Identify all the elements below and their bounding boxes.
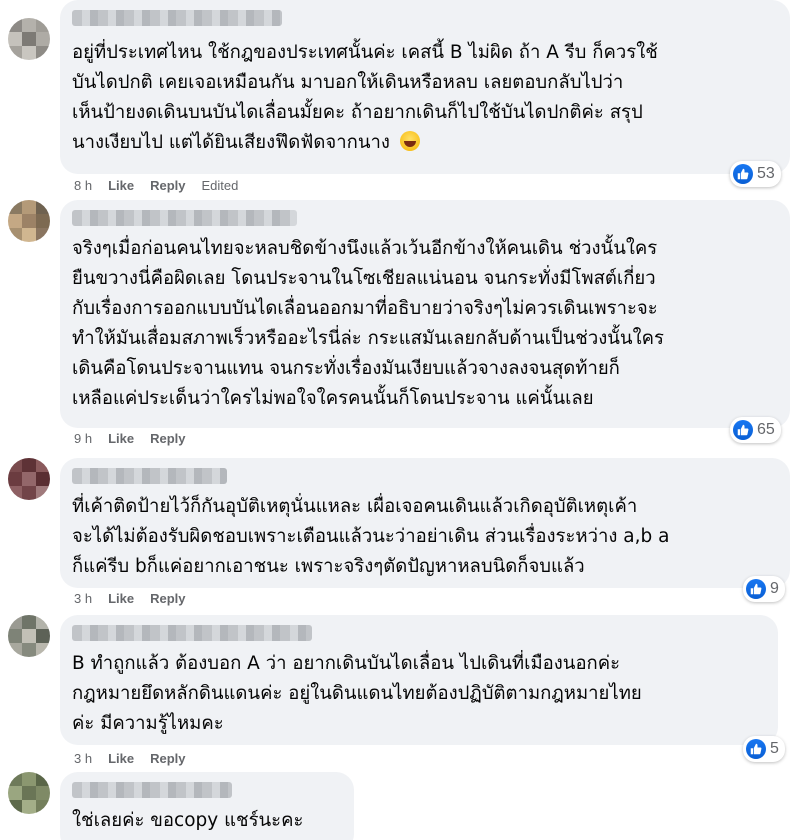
avatar[interactable] bbox=[8, 615, 50, 657]
author-name-blurred[interactable] bbox=[72, 625, 312, 641]
like-button[interactable]: Like bbox=[108, 178, 134, 193]
timestamp[interactable]: 8 h bbox=[74, 178, 92, 193]
like-reaction-icon bbox=[733, 420, 753, 440]
edited-label: Edited bbox=[201, 178, 239, 193]
reaction-count[interactable]: 53 bbox=[730, 161, 781, 187]
comment-text: ที่เค้าติดป้ายไว้ก็กันอุบัติเหตุนั่นแหละ… bbox=[72, 496, 670, 577]
like-reaction-icon bbox=[746, 739, 766, 759]
comment-actions: 3 h Like Reply bbox=[74, 591, 186, 606]
like-reaction-icon bbox=[746, 579, 766, 599]
comment-bubble: ใช่เลยค่ะ ขอcopy แชร์นะคะ bbox=[60, 772, 354, 840]
comment-actions: 9 h Like Reply bbox=[74, 431, 186, 446]
author-name-blurred[interactable] bbox=[72, 210, 297, 226]
like-button[interactable]: Like bbox=[108, 591, 134, 606]
like-button[interactable]: Like bbox=[108, 751, 134, 766]
comment-thread: อยู่ที่ประเทศไหน ใช้กฎของประเทศนั้นค่ะ เ… bbox=[0, 0, 793, 840]
avatar[interactable] bbox=[8, 18, 50, 60]
author-name-blurred[interactable] bbox=[72, 468, 227, 484]
reply-button[interactable]: Reply bbox=[150, 431, 185, 446]
reaction-count[interactable]: 9 bbox=[743, 576, 785, 602]
comment-bubble: จริงๆเมื่อก่อนคนไทยจะหลบชิดข้างนึงแล้วเว… bbox=[60, 200, 790, 428]
timestamp[interactable]: 3 h bbox=[74, 591, 92, 606]
reply-button[interactable]: Reply bbox=[150, 178, 185, 193]
avatar[interactable] bbox=[8, 458, 50, 500]
avatar[interactable] bbox=[8, 200, 50, 242]
avatar[interactable] bbox=[8, 772, 50, 814]
reaction-count-value: 53 bbox=[757, 165, 775, 182]
author-name-blurred[interactable] bbox=[72, 782, 232, 798]
reply-button[interactable]: Reply bbox=[150, 591, 185, 606]
comment-text: ใช่เลยค่ะ ขอcopy แชร์นะคะ bbox=[72, 810, 304, 831]
comment-bubble: ที่เค้าติดป้ายไว้ก็กันอุบัติเหตุนั่นแหละ… bbox=[60, 458, 790, 588]
comment-text: อยู่ที่ประเทศไหน ใช้กฎของประเทศนั้นค่ะ เ… bbox=[72, 42, 658, 153]
reaction-count[interactable]: 5 bbox=[743, 736, 785, 762]
reaction-count-value: 5 bbox=[770, 740, 779, 757]
comment-actions: 8 h Like Reply Edited bbox=[74, 178, 238, 193]
like-reaction-icon bbox=[733, 164, 753, 184]
comment-bubble: B ทำถูกแล้ว ต้องบอก A ว่า อยากเดินบันไดเ… bbox=[60, 615, 778, 745]
reply-button[interactable]: Reply bbox=[150, 751, 185, 766]
comment-text: B ทำถูกแล้ว ต้องบอก A ว่า อยากเดินบันไดเ… bbox=[72, 653, 642, 734]
comment-bubble: อยู่ที่ประเทศไหน ใช้กฎของประเทศนั้นค่ะ เ… bbox=[60, 0, 790, 174]
comment-actions: 3 h Like Reply bbox=[74, 751, 186, 766]
like-button[interactable]: Like bbox=[108, 431, 134, 446]
reaction-count-value: 65 bbox=[757, 421, 775, 438]
timestamp[interactable]: 3 h bbox=[74, 751, 92, 766]
laughing-tears-emoji-icon bbox=[399, 131, 420, 151]
reaction-count[interactable]: 65 bbox=[730, 417, 781, 443]
timestamp[interactable]: 9 h bbox=[74, 431, 92, 446]
author-name-blurred[interactable] bbox=[72, 10, 282, 26]
comment-text: จริงๆเมื่อก่อนคนไทยจะหลบชิดข้างนึงแล้วเว… bbox=[72, 238, 664, 409]
reaction-count-value: 9 bbox=[770, 580, 779, 597]
